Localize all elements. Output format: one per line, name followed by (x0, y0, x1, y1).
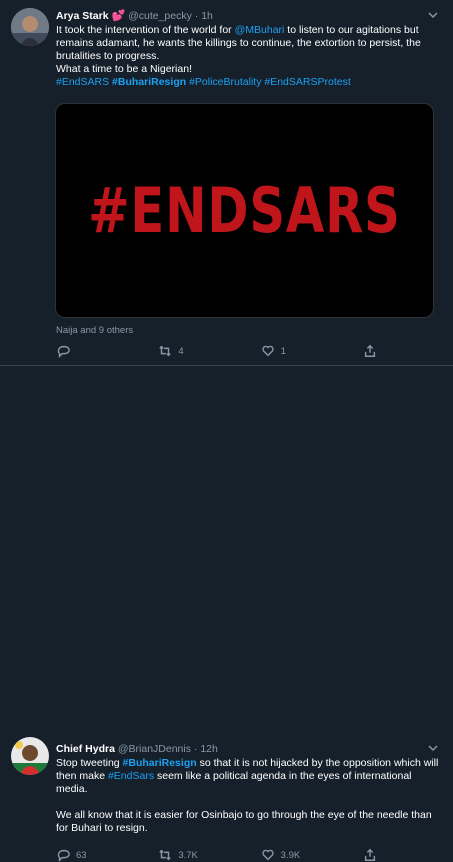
reply-count: 63 (76, 849, 87, 861)
handle[interactable]: @BrianJDennis (118, 743, 191, 755)
heart-icon (262, 849, 274, 861)
media-text: #ENDSARS (88, 174, 401, 247)
display-name[interactable]: Arya Stark (56, 10, 109, 22)
separator: · (194, 10, 199, 22)
avatar[interactable] (11, 737, 49, 775)
share-icon (364, 848, 376, 861)
tweet[interactable]: Chief Hydra @BrianJDennis · 12h Stop twe… (0, 366, 453, 862)
tweet-text: It took the intervention of the world fo… (56, 24, 439, 89)
retweet-count: 3.7K (178, 849, 198, 861)
tweet-actions: 63 3.7K 3.9K (56, 848, 403, 862)
like-count: 1 (280, 345, 286, 357)
chevron-down-icon[interactable] (427, 742, 439, 757)
avatar[interactable] (11, 8, 49, 46)
display-name[interactable]: Chief Hydra (56, 743, 115, 755)
avatar-image (11, 737, 49, 775)
retweet-button[interactable]: 3.7K (158, 848, 198, 862)
hashtag-link[interactable]: #BuhariResign (112, 76, 186, 88)
chevron-down-icon[interactable] (427, 9, 439, 24)
hashtag-link[interactable]: #EndSARSProtest (264, 76, 350, 88)
retweet-icon (159, 849, 172, 861)
share-button[interactable] (363, 344, 403, 358)
reply-icon (57, 345, 70, 358)
retweet-button[interactable]: 4 (158, 344, 198, 358)
heart-emoji-icon: 💕 (111, 10, 126, 22)
tweet-text-segment: Stop tweeting (56, 757, 123, 769)
handle[interactable]: @cute_pecky (128, 10, 192, 22)
tweet-text-segment: It took the intervention of the world fo… (56, 24, 235, 36)
hashtag-link[interactable]: #EndSars (108, 770, 154, 782)
retweet-count: 4 (178, 345, 184, 357)
heart-icon (262, 345, 274, 357)
tweet[interactable]: Arya Stark 💕 @cute_pecky · 1h It took th… (0, 0, 453, 366)
social-context[interactable]: Naija and 9 others (56, 324, 133, 337)
reply-icon (57, 849, 70, 862)
timestamp[interactable]: 1h (201, 10, 213, 22)
reply-button[interactable]: 63 (56, 848, 96, 862)
hashtag-link[interactable]: #BuhariResign (123, 757, 197, 769)
tweet-header: Arya Stark 💕 @cute_pecky · 1h (56, 10, 423, 23)
like-button[interactable]: 3.9K (261, 848, 301, 862)
retweet-icon (159, 345, 172, 357)
share-button[interactable] (363, 848, 403, 862)
tweet-header: Chief Hydra @BrianJDennis · 12h (56, 743, 423, 756)
separator: · (193, 743, 198, 755)
timestamp[interactable]: 12h (200, 743, 218, 755)
like-count: 3.9K (280, 849, 301, 861)
hashtag-link[interactable]: #EndSARS (56, 76, 109, 88)
reply-button[interactable] (56, 344, 96, 358)
tweet-actions: 4 1 (56, 344, 403, 358)
tweet-media-image[interactable]: #ENDSARS (55, 103, 434, 318)
hashtag-link[interactable]: #PoliceBrutality (189, 76, 261, 88)
tweet-text: Stop tweeting #BuhariResign so that it i… (56, 757, 439, 835)
avatar-image (11, 8, 49, 46)
like-button[interactable]: 1 (261, 344, 301, 358)
timeline: Arya Stark 💕 @cute_pecky · 1h It took th… (0, 0, 453, 862)
mention-link[interactable]: @MBuhari (235, 24, 285, 36)
share-icon (364, 344, 376, 357)
